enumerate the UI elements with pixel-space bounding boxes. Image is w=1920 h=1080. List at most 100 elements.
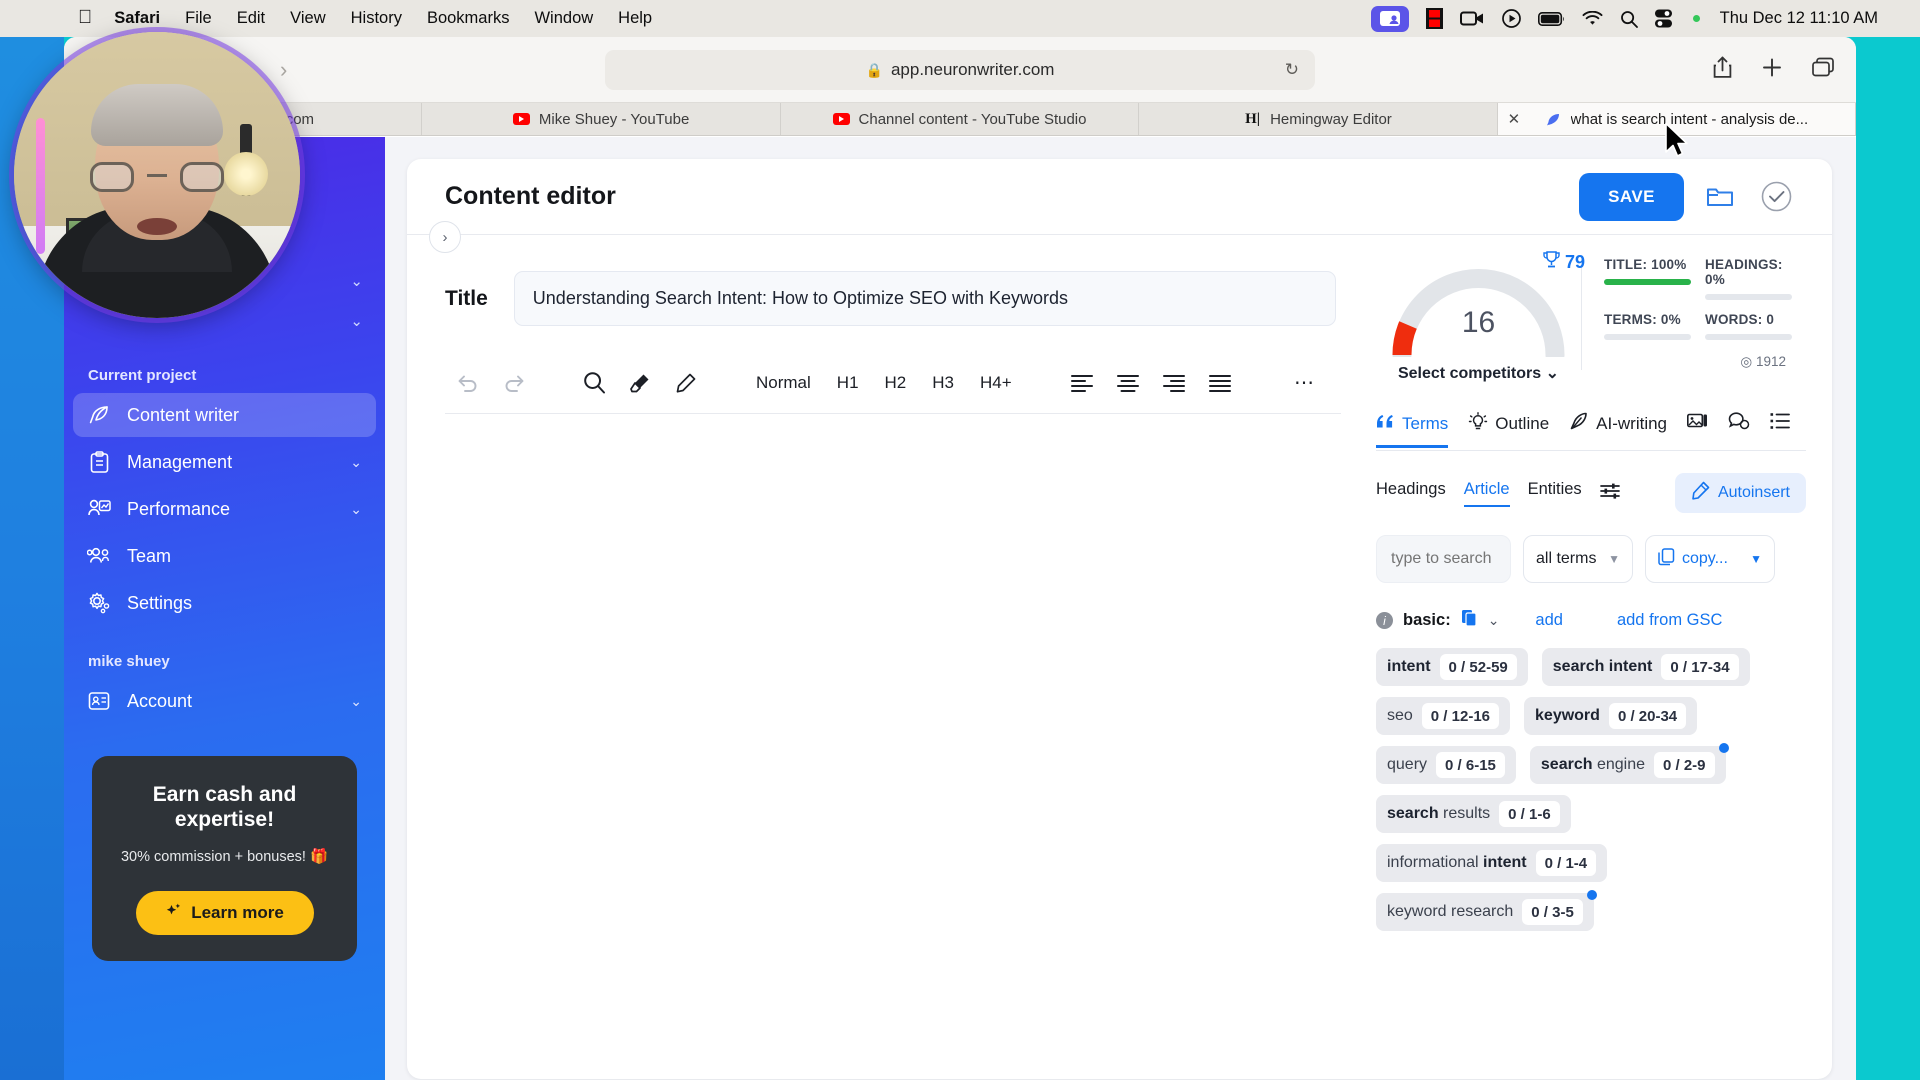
search-icon[interactable]	[571, 371, 617, 394]
open-folder-icon[interactable]	[1700, 177, 1740, 217]
play-circle-icon[interactable]	[1501, 9, 1521, 28]
menu-view[interactable]: View	[290, 9, 325, 28]
align-left-icon[interactable]	[1059, 374, 1105, 392]
tab-comments[interactable]	[1728, 411, 1750, 450]
pen-nib-icon	[1569, 411, 1589, 436]
info-icon[interactable]: i	[1376, 612, 1393, 629]
save-button[interactable]: SAVE	[1579, 172, 1684, 221]
close-icon[interactable]: ✕	[1508, 110, 1521, 128]
undo-icon[interactable]	[445, 373, 491, 393]
gear-icon	[87, 591, 111, 615]
highlighter-icon[interactable]	[617, 372, 663, 394]
chevron-down-icon[interactable]: ⌄	[350, 501, 362, 518]
menu-edit[interactable]: Edit	[237, 9, 265, 28]
tab-outline[interactable]: Outline	[1468, 411, 1549, 450]
sidebar-item-content-writer[interactable]: Content writer	[73, 393, 376, 437]
menu-history[interactable]: History	[351, 9, 402, 28]
new-term-dot	[1586, 890, 1597, 900]
terms-row: seo 0 / 12-16 keyword 0 / 20-34	[1376, 697, 1806, 735]
style-h1[interactable]: H1	[824, 373, 872, 393]
copy-dropdown[interactable]: copy... ▼	[1645, 535, 1775, 583]
style-h3[interactable]: H3	[919, 373, 967, 393]
title-input[interactable]	[513, 271, 1336, 326]
chevron-down-icon[interactable]: ⌄	[350, 312, 363, 330]
wifi-icon[interactable]	[1582, 10, 1603, 27]
apple-menu-icon[interactable]: 	[78, 8, 92, 27]
menu-help[interactable]: Help	[618, 9, 652, 28]
pen-icon[interactable]	[663, 372, 709, 394]
chevron-down-icon[interactable]: ⌄	[1488, 612, 1500, 629]
sidebar-item-account[interactable]: Account ⌄	[73, 679, 376, 723]
stat-words: WORDS: 0	[1705, 312, 1806, 340]
address-bar[interactable]: 🔒 app.neuronwriter.com ↻	[605, 50, 1315, 90]
term-chip-keyword-research[interactable]: keyword research 0 / 3-5	[1376, 890, 1597, 931]
term-chip-keyword[interactable]: keyword 0 / 20-34	[1524, 697, 1698, 735]
add-from-gsc-link[interactable]: add from GSC	[1617, 611, 1722, 630]
sliders-icon[interactable]	[1599, 482, 1620, 505]
browser-tab-4[interactable]: H| Hemingway Editor	[1139, 103, 1498, 135]
term-chip-search-intent[interactable]: search intent 0 / 17-34	[1541, 648, 1750, 686]
align-right-icon[interactable]	[1151, 374, 1197, 392]
term-chip-seo[interactable]: seo 0 / 12-16	[1376, 697, 1511, 735]
term-chip-search-results[interactable]: search results 0 / 1-6	[1376, 795, 1571, 833]
sidebar-item-performance[interactable]: Performance ⌄	[73, 487, 376, 531]
menu-safari[interactable]: Safari	[114, 9, 160, 28]
autoinsert-button[interactable]: Autoinsert	[1674, 473, 1806, 513]
editor-content-area[interactable]	[445, 414, 1366, 844]
menu-clock[interactable]: Thu Dec 12 11:10 AM	[1720, 9, 1878, 28]
term-chip-search-engine[interactable]: search engine 0 / 2-9	[1529, 743, 1729, 784]
subtab-entities[interactable]: Entities	[1528, 480, 1582, 507]
camera-icon[interactable]	[1459, 10, 1485, 27]
panel-filters: all terms ▼ copy... ▼	[1376, 535, 1806, 583]
lock-icon: 🔒	[865, 61, 883, 78]
tab-list[interactable]	[1770, 412, 1790, 449]
collapse-panel-button[interactable]: ›	[429, 221, 461, 253]
term-search-input[interactable]	[1376, 535, 1511, 583]
term-chip-intent[interactable]: intent 0 / 52-59	[1376, 648, 1528, 686]
tab-images[interactable]	[1687, 412, 1708, 450]
stat-bar	[1604, 334, 1691, 340]
chevron-down-icon[interactable]: ⌄	[350, 693, 362, 710]
tab-terms[interactable]: Terms	[1376, 414, 1449, 448]
sidebar-item-management[interactable]: Management ⌄	[73, 440, 376, 484]
chevron-down-icon[interactable]: ⌄	[350, 454, 362, 471]
menu-bookmarks[interactable]: Bookmarks	[427, 9, 510, 28]
style-h2[interactable]: H2	[872, 373, 920, 393]
terms-row: informational intent 0 / 1-4	[1376, 844, 1806, 882]
tab-overview-icon[interactable]	[1812, 57, 1834, 82]
align-justify-icon[interactable]	[1197, 374, 1243, 392]
more-horizontal-icon[interactable]: ⋯	[1281, 370, 1327, 395]
style-h4plus[interactable]: H4+	[967, 373, 1025, 393]
style-normal[interactable]: Normal	[743, 373, 824, 393]
recording-indicator-dot	[1692, 15, 1700, 22]
redo-icon[interactable]	[491, 373, 537, 393]
terms-filter-select[interactable]: all terms ▼	[1523, 535, 1633, 583]
learn-more-button[interactable]: Learn more	[135, 891, 314, 936]
browser-tab-3[interactable]: Channel content - YouTube Studio	[780, 103, 1140, 135]
new-tab-icon[interactable]	[1762, 57, 1782, 82]
control-center-icon[interactable]	[1654, 9, 1672, 28]
select-competitors-dropdown[interactable]: Select competitors ⌄	[1376, 363, 1581, 383]
chevron-down-icon[interactable]: ⌄	[350, 272, 363, 290]
reload-icon[interactable]: ↻	[1285, 60, 1299, 80]
share-icon[interactable]	[1713, 56, 1732, 83]
sidebar-item-team[interactable]: Team	[73, 534, 376, 578]
align-center-icon[interactable]	[1105, 374, 1151, 392]
documents-icon[interactable]	[1461, 609, 1478, 632]
term-chip-informational-intent[interactable]: informational intent 0 / 1-4	[1376, 844, 1608, 882]
sidebar-item-settings[interactable]: Settings	[73, 581, 376, 625]
subtab-headings[interactable]: Headings	[1376, 480, 1446, 507]
safari-toolbar-right	[1713, 56, 1834, 83]
battery-icon[interactable]	[1537, 11, 1565, 26]
subtab-article[interactable]: Article	[1463, 480, 1510, 507]
menu-file[interactable]: File	[185, 9, 212, 28]
screenshare-icon[interactable]	[1370, 5, 1409, 32]
browser-tab-2[interactable]: Mike Shuey - YouTube	[422, 103, 781, 135]
term-chip-query[interactable]: query 0 / 6-15	[1376, 746, 1516, 784]
search-icon[interactable]	[1620, 10, 1638, 28]
menu-window[interactable]: Window	[534, 9, 593, 28]
check-circle-icon[interactable]	[1756, 177, 1796, 217]
add-term-link[interactable]: add	[1535, 611, 1563, 630]
film-strip-icon[interactable]	[1425, 8, 1443, 29]
tab-ai-writing[interactable]: AI-writing	[1569, 411, 1667, 450]
